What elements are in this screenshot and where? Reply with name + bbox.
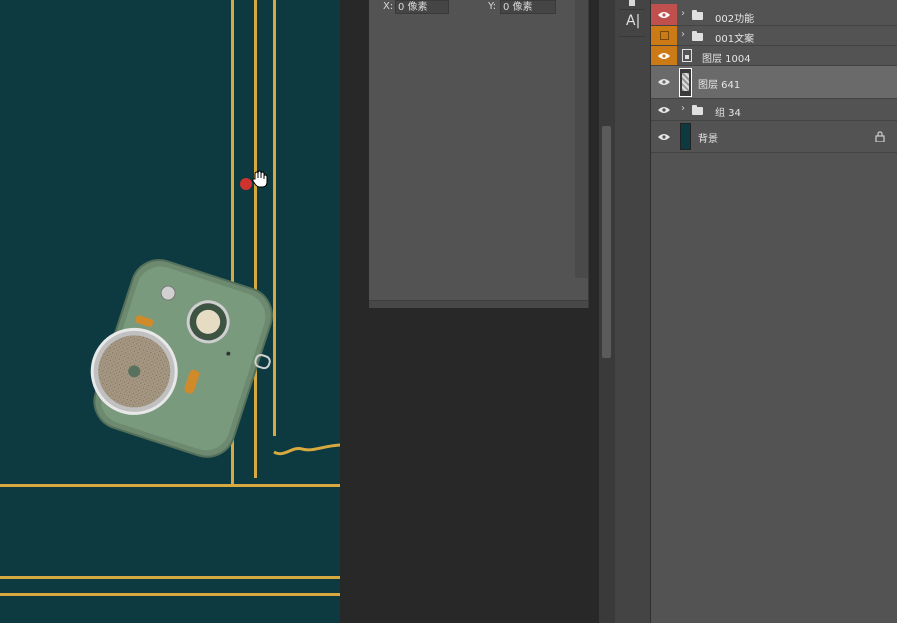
- visibility-toggle[interactable]: [651, 121, 677, 152]
- chevron-right-icon[interactable]: ›: [681, 29, 685, 40]
- layer-row[interactable]: 背景: [651, 121, 897, 153]
- layer-name: 组 34: [715, 108, 741, 119]
- chevron-right-icon[interactable]: ›: [681, 103, 685, 114]
- hidden-eye-box: [659, 31, 669, 40]
- panel-icon-strip: A|: [615, 0, 651, 623]
- layer-thumbnail: [680, 123, 691, 150]
- gold-wavy-line: [273, 443, 340, 456]
- eye-icon: [658, 11, 670, 18]
- panel-scrollbar[interactable]: [575, 0, 588, 278]
- y-label: Y:: [488, 1, 497, 12]
- visibility-toggle[interactable]: [651, 26, 677, 45]
- scrollbar-thumb[interactable]: [602, 126, 611, 358]
- radio-product-image: [90, 259, 273, 458]
- visibility-toggle[interactable]: [651, 66, 677, 98]
- smart-object-icon: [682, 49, 692, 62]
- folder-icon: [692, 105, 703, 115]
- eye-icon: [658, 52, 670, 59]
- x-label: X:: [383, 1, 394, 12]
- layer-name: 图层 1004: [702, 54, 751, 65]
- layer-name: 背景: [698, 134, 718, 145]
- layer-thumbnail: [679, 68, 692, 97]
- layer-row[interactable]: › 001文案: [651, 26, 897, 46]
- visibility-toggle[interactable]: [651, 4, 677, 25]
- layers-panel: › 002功能 › 001文案 图层 1004 图层 641 › 组 34 背景: [651, 0, 897, 623]
- hand-cursor-icon: [252, 170, 268, 188]
- visibility-toggle[interactable]: [651, 99, 677, 120]
- x-position-input[interactable]: 0 像素: [395, 0, 449, 14]
- divider: [619, 9, 645, 10]
- eye-icon: [658, 133, 670, 140]
- panel-icon[interactable]: [629, 0, 635, 6]
- divider: [619, 36, 645, 37]
- layer-name: 002功能: [715, 14, 755, 25]
- properties-panel: X: 0 像素 Y: 0 像素: [369, 0, 589, 308]
- folder-icon: [692, 10, 703, 20]
- document-canvas[interactable]: [0, 0, 340, 623]
- y-position-input[interactable]: 0 像素: [500, 0, 556, 14]
- character-panel-icon[interactable]: A|: [626, 13, 640, 29]
- layer-row[interactable]: › 002功能: [651, 4, 897, 26]
- folder-icon: [692, 31, 703, 41]
- layer-name: 图层 641: [698, 80, 741, 91]
- visibility-toggle[interactable]: [651, 46, 677, 65]
- eye-icon: [658, 79, 670, 85]
- lock-icon[interactable]: [875, 131, 885, 142]
- eye-icon: [658, 106, 670, 113]
- layer-row[interactable]: › 组 34: [651, 99, 897, 121]
- layer-name: 001文案: [715, 34, 755, 45]
- chevron-right-icon[interactable]: ›: [681, 8, 685, 19]
- layer-row-selected[interactable]: 图层 641: [651, 66, 897, 99]
- anchor-point-dot: [240, 178, 252, 190]
- layer-row[interactable]: 图层 1004: [651, 46, 897, 66]
- panel-resize-handle[interactable]: [369, 300, 588, 308]
- canvas-artwork: [90, 170, 340, 458]
